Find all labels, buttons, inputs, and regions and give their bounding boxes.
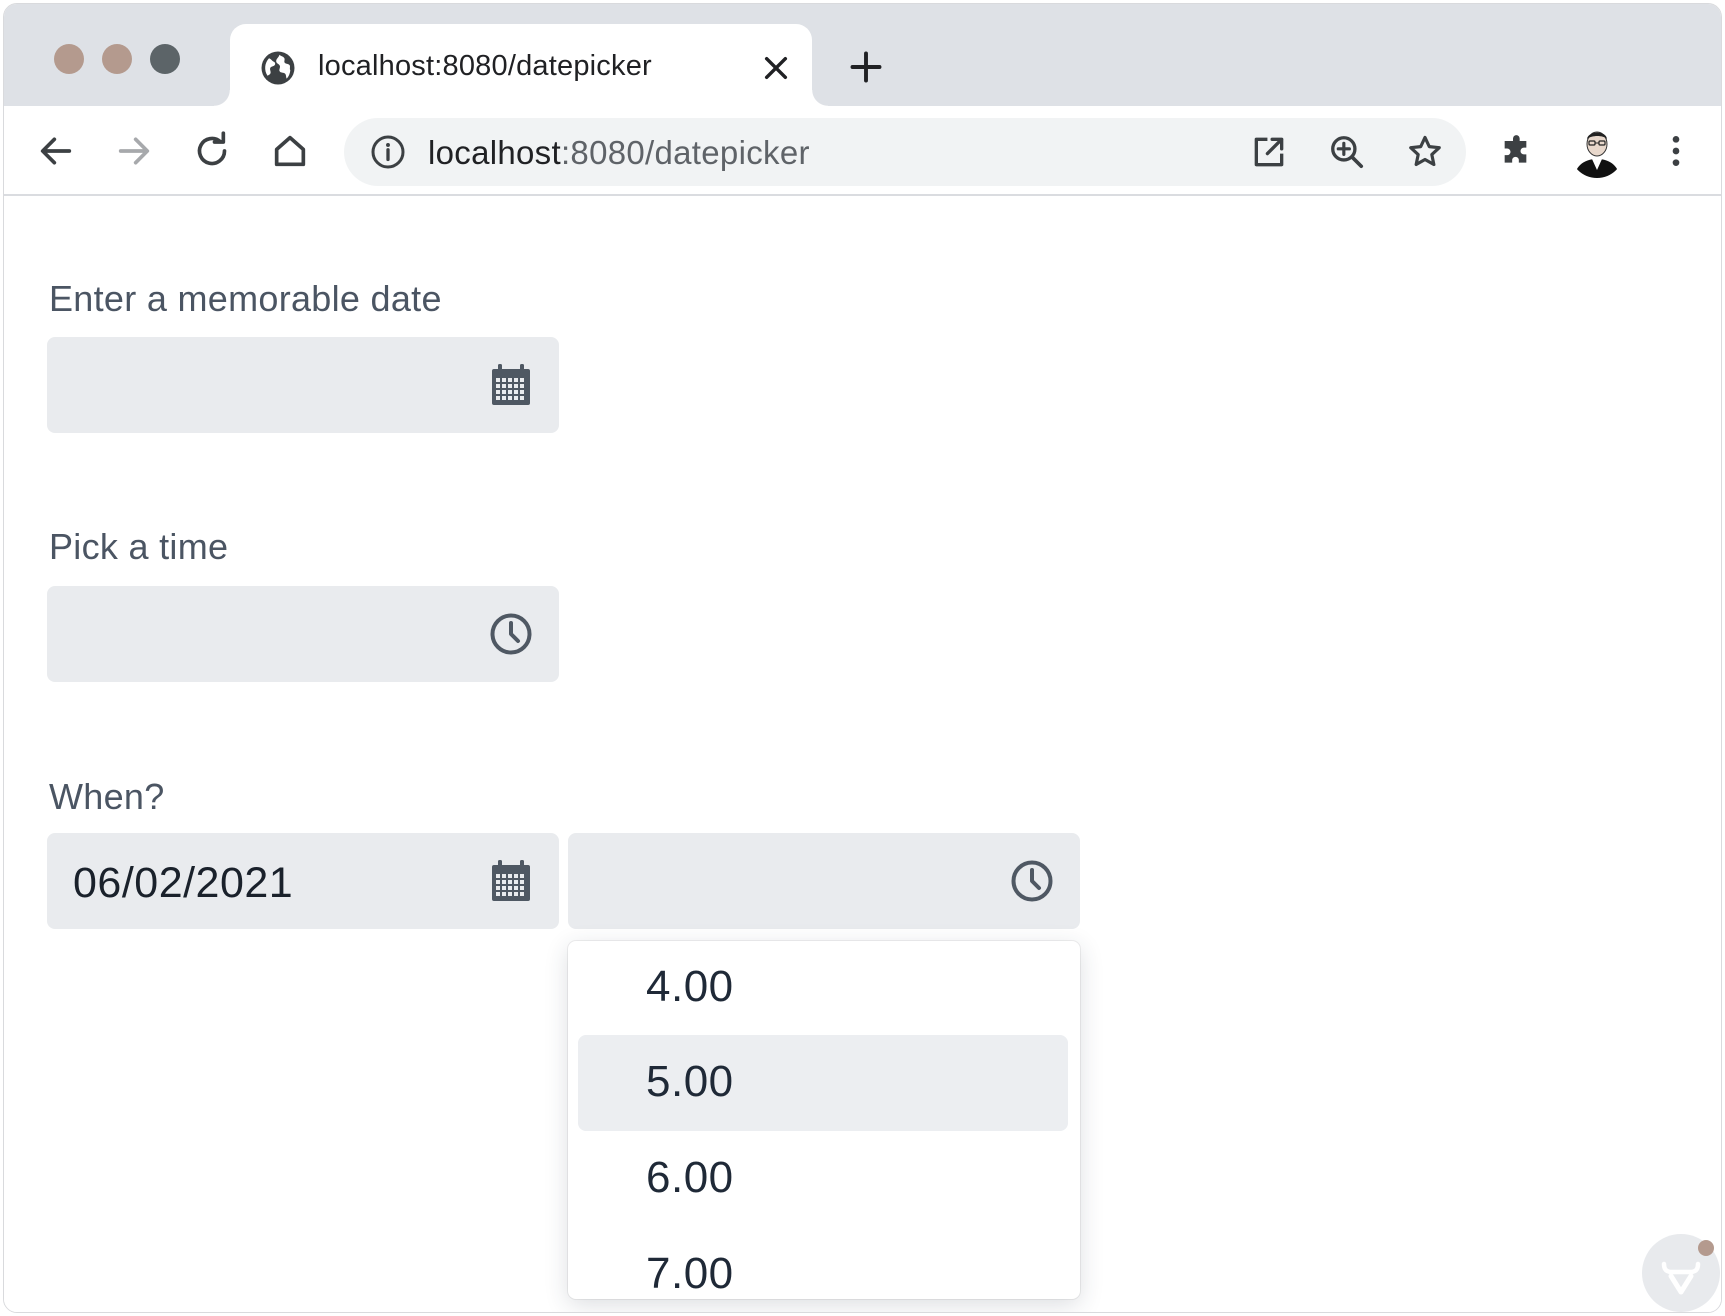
browser-window: localhost:8080/datepicker localhost:8080…: [3, 3, 1722, 1313]
home-icon[interactable]: [270, 131, 310, 171]
calendar-icon[interactable]: [489, 859, 533, 903]
site-info-icon[interactable]: [370, 134, 406, 170]
time-option-label: 4.00: [646, 962, 734, 1011]
tab-title: localhost:8080/datepicker: [318, 50, 652, 82]
clock-icon[interactable]: [1010, 859, 1054, 903]
time-option-4-00[interactable]: 4.00: [578, 941, 1068, 1036]
profile-avatar[interactable]: [1570, 124, 1624, 178]
active-tab[interactable]: localhost:8080/datepicker: [214, 24, 828, 106]
address-url[interactable]: localhost:8080/datepicker: [428, 134, 810, 172]
notification-dot: [1698, 1240, 1714, 1256]
datetime-date-value: 06/02/2021: [73, 859, 294, 907]
more-menu-icon[interactable]: [1656, 131, 1696, 171]
time-option-label: 6.00: [646, 1153, 734, 1202]
window-close-control[interactable]: [54, 44, 84, 74]
address-path: :8080/datepicker: [560, 134, 810, 171]
bookmark-star-icon[interactable]: [1406, 133, 1444, 171]
tab-strip: localhost:8080/datepicker: [4, 4, 1721, 106]
dev-mode-badge[interactable]: [1642, 1234, 1720, 1312]
globe-icon: [261, 51, 295, 85]
new-tab-plus-icon[interactable]: [848, 49, 884, 85]
time-field-label: Pick a time: [49, 526, 229, 567]
datetime-date-input[interactable]: 06/02/2021: [47, 833, 559, 929]
time-option-label: 5.00: [646, 1057, 734, 1106]
date-picker-input[interactable]: [47, 337, 559, 433]
calendar-icon[interactable]: [489, 363, 533, 407]
zoom-in-icon[interactable]: [1328, 133, 1366, 171]
time-option-7-00[interactable]: 7.00: [578, 1227, 1068, 1299]
time-option-label: 7.00: [646, 1249, 734, 1298]
reload-icon[interactable]: [192, 131, 232, 171]
address-host: localhost: [428, 134, 561, 171]
window-maximize-control[interactable]: [150, 44, 180, 74]
datetime-field-label: When?: [49, 776, 165, 817]
time-option-5-00[interactable]: 5.00: [578, 1035, 1068, 1131]
forward-arrow-icon[interactable]: [114, 131, 154, 171]
address-bar[interactable]: localhost:8080/datepicker: [344, 118, 1466, 186]
open-in-app-icon[interactable]: [1250, 133, 1288, 171]
close-icon[interactable]: [760, 52, 792, 84]
page-content: Enter a memorable date Pick a time When?…: [4, 196, 1721, 1312]
back-arrow-icon[interactable]: [36, 131, 76, 171]
clock-icon[interactable]: [489, 612, 533, 656]
datetime-time-input[interactable]: [568, 833, 1080, 929]
date-field-label: Enter a memorable date: [49, 278, 442, 319]
window-minimize-control[interactable]: [102, 44, 132, 74]
profile-avatar-icon: [1570, 124, 1624, 178]
time-option-6-00[interactable]: 6.00: [578, 1131, 1068, 1227]
extensions-puzzle-icon[interactable]: [1498, 131, 1538, 171]
time-dropdown-overlay: 4.00 5.00 6.00 7.00: [568, 941, 1080, 1299]
browser-toolbar: localhost:8080/datepicker: [4, 106, 1721, 196]
time-picker-input[interactable]: [47, 586, 559, 682]
